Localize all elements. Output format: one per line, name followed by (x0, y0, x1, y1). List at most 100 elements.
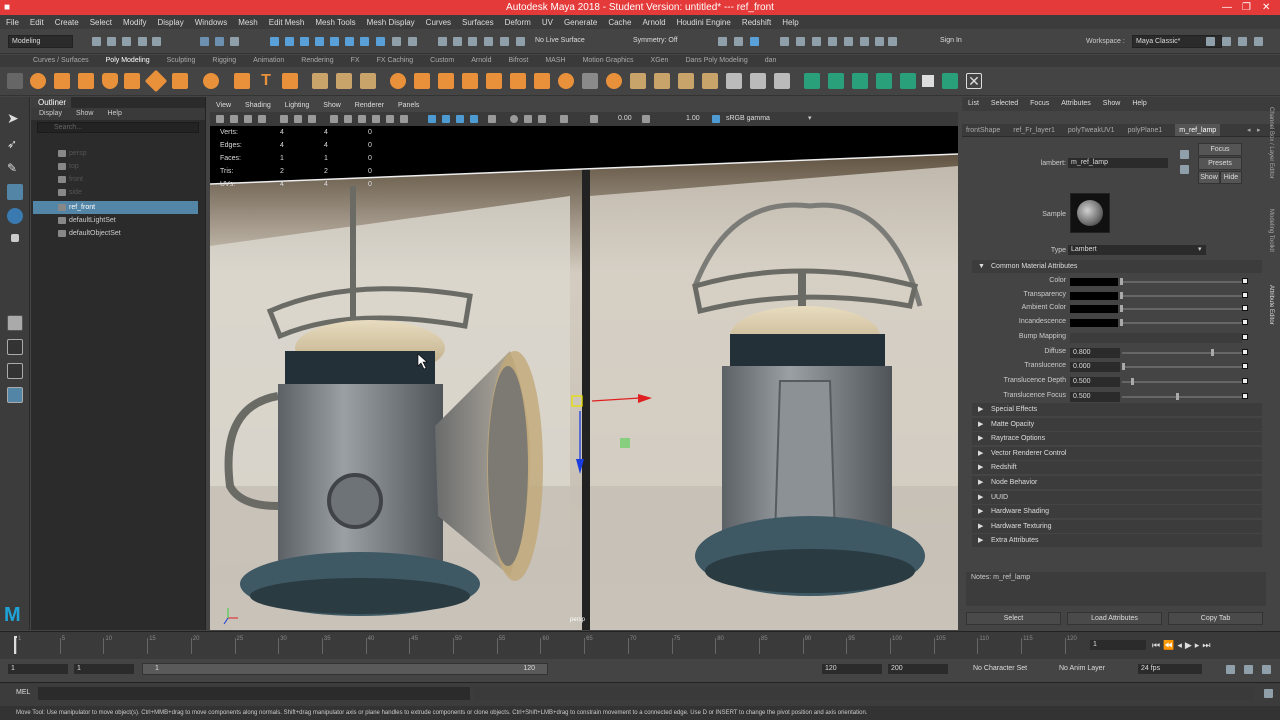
single-perspective-layout-icon[interactable] (7, 315, 23, 331)
script-editor-icon[interactable] (1264, 689, 1273, 698)
tabs-scroll-left-icon[interactable]: ◂ (1247, 126, 1251, 134)
isolate-view-icon[interactable] (560, 115, 568, 123)
section-matte-opacity[interactable]: ▶ Matte Opacity (972, 417, 1262, 431)
outliner-search-input[interactable]: Search... (37, 122, 199, 133)
shelf-tab-custom[interactable]: Custom (430, 55, 454, 67)
attr-field-diffuse[interactable]: 0.800 (1070, 348, 1120, 358)
attr-map-button[interactable] (1242, 278, 1248, 284)
attr-slider-incandescence[interactable] (1122, 322, 1242, 324)
snap-curve-icon[interactable] (453, 37, 462, 46)
svg-tool-icon[interactable] (282, 73, 298, 89)
type-dropdown[interactable]: Lambert (1068, 245, 1206, 255)
poly-sphere-icon[interactable] (30, 73, 46, 89)
resolution-gate-icon[interactable] (308, 115, 316, 123)
attr-slider-knob[interactable] (1120, 292, 1123, 299)
attr-map-button[interactable] (1242, 319, 1248, 325)
mode-dropdown[interactable]: Modeling (8, 35, 73, 48)
reduce-icon[interactable] (414, 73, 430, 89)
deform-mask-icon[interactable] (360, 37, 369, 46)
node-tab-frontshape[interactable]: frontShape (966, 124, 1000, 136)
menu-modify[interactable]: Modify (123, 18, 147, 27)
outliner-menu-display[interactable]: Display (39, 108, 62, 120)
spherical-mapping-icon[interactable] (876, 73, 892, 89)
attribute-editor-side-tab[interactable]: Attribute Editor (1268, 285, 1274, 325)
start-frame-field[interactable]: 1 (8, 664, 68, 674)
hide-button[interactable]: Hide (1220, 171, 1242, 184)
poly-plane-icon[interactable] (144, 69, 168, 93)
outliner-item-front[interactable]: front (33, 173, 198, 186)
attr-swatch-ambient-color[interactable] (1070, 305, 1118, 313)
animation-preferences-icon[interactable] (1262, 665, 1271, 674)
attr-field-translucence-depth[interactable]: 0.500 (1070, 377, 1120, 387)
maximize-icon[interactable]: ❐ (1242, 0, 1251, 15)
attr-slider-knob[interactable] (1122, 363, 1125, 370)
load-attributes-button[interactable]: Load Attributes (1067, 612, 1162, 625)
ae-menu-help[interactable]: Help (1132, 97, 1146, 111)
sign-in-button[interactable]: Sign In (926, 35, 1008, 48)
scale-tool-icon[interactable] (11, 234, 19, 242)
outliner-item-defaultobjectset[interactable]: defaultObjectSet (33, 227, 198, 240)
grid-icon[interactable] (280, 115, 288, 123)
shelf-tab-dan[interactable]: dan (765, 55, 777, 67)
colorspace-dropdown[interactable]: sRGB gamma (726, 115, 816, 122)
menu-create[interactable]: Create (55, 18, 79, 27)
script-language-label[interactable]: MEL (16, 689, 30, 696)
xray-joints-icon[interactable] (442, 115, 450, 123)
bevel-icon[interactable] (534, 73, 550, 89)
target-weld-icon[interactable] (750, 73, 766, 89)
bookmark-icon[interactable] (244, 115, 252, 123)
cut-uv-icon[interactable]: ✕ (966, 73, 982, 89)
step-back-frame-icon[interactable]: ◂ (1177, 640, 1185, 650)
smooth-icon[interactable] (390, 73, 406, 89)
section-special-effects[interactable]: ▶ Special Effects (972, 403, 1262, 416)
symmetry-dropdown[interactable]: Symmetry: Off (630, 35, 700, 48)
ae-menu-focus[interactable]: Focus (1030, 97, 1049, 111)
save-scene-icon[interactable] (122, 37, 131, 46)
channel-box-toggle-icon[interactable] (1254, 37, 1263, 46)
outliner-item-side[interactable]: side (33, 186, 198, 199)
input-connections-icon[interactable] (1180, 150, 1189, 159)
merge-icon[interactable] (558, 73, 574, 89)
poly-disc-icon[interactable] (172, 73, 188, 89)
minimize-icon[interactable]: — (1222, 0, 1232, 15)
playback-end-field[interactable]: 120 (822, 664, 882, 674)
current-frame-field[interactable]: 1 (1090, 640, 1146, 650)
shelf-tab-rigging[interactable]: Rigging (212, 55, 236, 67)
menu-deform[interactable]: Deform (505, 18, 531, 27)
focus-button[interactable]: Focus (1198, 143, 1242, 156)
menu-redshift[interactable]: Redshift (742, 18, 771, 27)
tool-settings-icon[interactable] (1238, 37, 1247, 46)
section-vector-renderer-control[interactable]: ▶ Vector Renderer Control (972, 446, 1262, 460)
shelf-settings-icon[interactable] (7, 73, 23, 89)
menu-arnold[interactable]: Arnold (642, 18, 665, 27)
command-input[interactable] (38, 687, 470, 700)
attr-slider-knob[interactable] (1175, 393, 1179, 400)
outliner-menu-help[interactable]: Help (107, 108, 121, 120)
shelf-tab-sculpting[interactable]: Sculpting (167, 55, 196, 67)
attr-slider-ambient-color[interactable] (1122, 308, 1242, 310)
gamma-value[interactable]: 1.00 (686, 115, 700, 122)
ae-menu-selected[interactable]: Selected (991, 97, 1018, 111)
chamfer-icon[interactable] (678, 73, 694, 89)
snap-grid-icon[interactable] (438, 37, 447, 46)
attr-map-button[interactable] (1242, 305, 1248, 311)
viewport-menu-show[interactable]: Show (323, 100, 341, 112)
separate-icon[interactable] (336, 73, 352, 89)
combine-icon[interactable] (312, 73, 328, 89)
node-tab-polytweakuv1[interactable]: polyTweakUV1 (1068, 124, 1115, 136)
uv-mask-icon[interactable] (315, 37, 324, 46)
attr-slider-translucence-focus[interactable] (1122, 396, 1242, 398)
attr-swatch-color[interactable] (1070, 278, 1118, 286)
menu-help[interactable]: Help (782, 18, 798, 27)
manipulator-plane-handle[interactable] (620, 438, 630, 448)
new-scene-icon[interactable] (92, 37, 101, 46)
type-tool-icon[interactable]: T (258, 73, 274, 89)
section-hardware-shading[interactable]: ▶ Hardware Shading (972, 505, 1262, 519)
section-redshift[interactable]: ▶ Redshift (972, 461, 1262, 475)
attr-slider-knob[interactable] (1120, 278, 1123, 285)
fps-dropdown[interactable]: 24 fps (1138, 664, 1202, 674)
menu-windows[interactable]: Windows (195, 18, 227, 27)
range-slider[interactable]: 1 120 (142, 663, 548, 675)
go-to-end-icon[interactable]: ⏭ (1202, 640, 1213, 650)
select-camera-icon[interactable] (216, 115, 224, 123)
